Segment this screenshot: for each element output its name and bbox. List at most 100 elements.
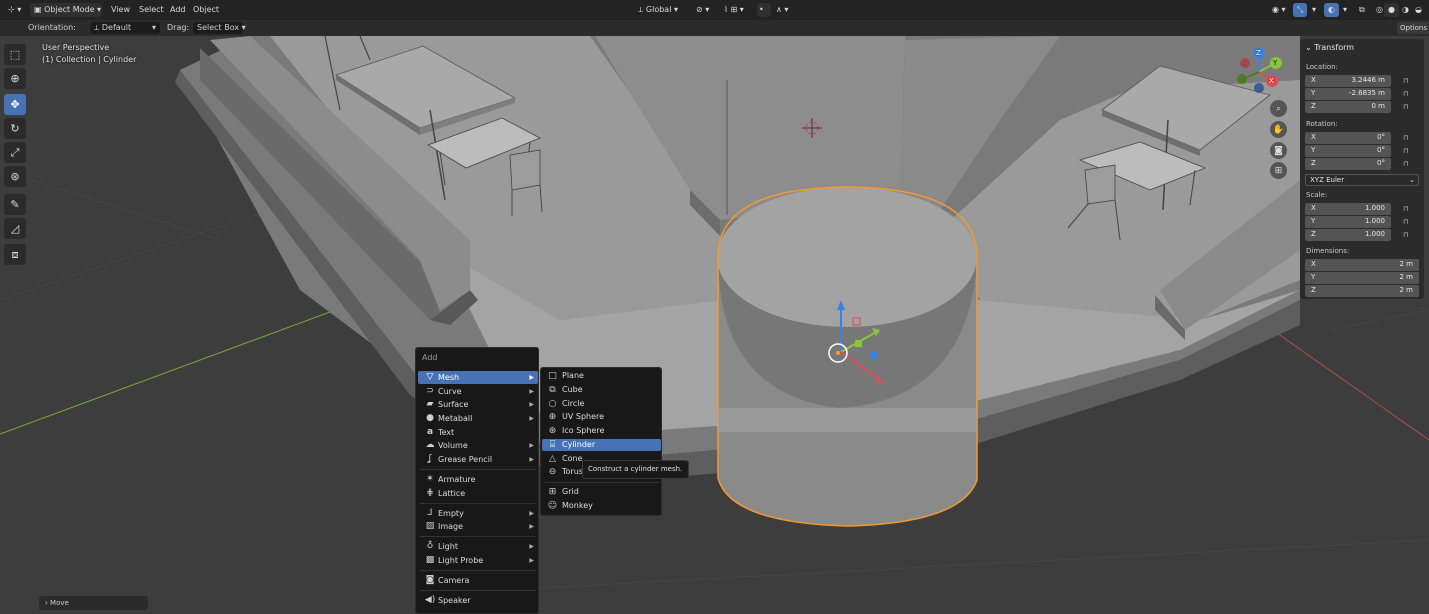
scale-z-field[interactable]: Z 1.000 xyxy=(1305,229,1391,241)
menu-item-light[interactable]: ♁ Light ▶ xyxy=(418,540,538,553)
menu-item-curve[interactable]: ⊃ Curve ▶ xyxy=(418,385,538,398)
dimensions-z-field[interactable]: Z 2 m xyxy=(1305,285,1419,297)
cursor-icon[interactable]: ⊕ xyxy=(4,68,26,89)
measure-icon[interactable]: ◿ xyxy=(4,218,26,239)
lock-icon[interactable]: ⊓ xyxy=(1403,218,1413,226)
mesh-item-monkey[interactable]: ☺ Monkey xyxy=(542,500,661,512)
scale-y-field[interactable]: Y 1.000 xyxy=(1305,216,1391,228)
lock-icon[interactable]: ⊓ xyxy=(1403,77,1413,85)
menu-select[interactable]: Select xyxy=(135,3,168,17)
lock-icon[interactable]: ⊓ xyxy=(1403,205,1413,213)
lock-icon[interactable]: ⊓ xyxy=(1403,160,1413,168)
location-x-field[interactable]: X 3.2446 m xyxy=(1305,75,1391,87)
menu-item-surface[interactable]: ▰ Surface ▶ xyxy=(418,398,538,411)
mesh-item-plane[interactable]: □ Plane xyxy=(542,370,661,382)
rotation-mode-dropdown[interactable]: XYZ Euler ⌄ xyxy=(1305,174,1419,186)
menu-add[interactable]: Add xyxy=(166,3,190,17)
menu-item-grease-pencil[interactable]: ʆ Grease Pencil ▶ xyxy=(418,453,538,466)
menu-item-empty[interactable]: ⅃ Empty ▶ xyxy=(418,507,538,520)
select-box-icon[interactable]: ⬚ xyxy=(4,44,26,65)
grid-icon[interactable]: ⊞ xyxy=(1270,162,1287,179)
annotate-icon[interactable]: ✎ xyxy=(4,194,26,215)
shading-solid[interactable]: ● xyxy=(1384,3,1399,17)
nav-axis-x-label[interactable]: X xyxy=(1269,77,1274,85)
pivot-point-selector[interactable]: ⊘ ▾ xyxy=(692,3,713,17)
rotation-x-field[interactable]: X 0° xyxy=(1305,132,1391,144)
menu-item-camera[interactable]: ◙ Camera xyxy=(418,574,538,587)
menu-object[interactable]: Object xyxy=(189,3,223,17)
scale-label: Scale: xyxy=(1306,191,1328,199)
add-cube-icon[interactable]: ⧈ xyxy=(4,244,26,265)
gizmo-dropdown[interactable]: ▾ xyxy=(1308,3,1320,17)
menu-item-mesh[interactable]: ▽ Mesh ▶ xyxy=(418,371,538,384)
menu-item-label: Light Probe xyxy=(438,556,484,565)
menu-item-lattice[interactable]: ⋕ Lattice xyxy=(418,487,538,500)
overlay-dropdown[interactable]: ▾ xyxy=(1339,3,1351,17)
axis-label: X xyxy=(1311,133,1316,141)
xray-toggle[interactable]: ⧉ xyxy=(1355,3,1369,17)
proportional-falloff-selector[interactable]: ∧ ▾ xyxy=(772,3,792,17)
gizmo-toggle[interactable]: ⤡ xyxy=(1293,3,1308,17)
dimensions-y-field[interactable]: Y 2 m xyxy=(1305,272,1419,284)
cone-icon: △ xyxy=(549,454,556,464)
mode-selector[interactable]: ▣ Object Mode ▾ xyxy=(30,3,102,17)
scale-icon[interactable]: ⤢ xyxy=(4,142,26,163)
scale-x-field[interactable]: X 1.000 xyxy=(1305,203,1391,215)
dimensions-x-field[interactable]: X 2 m xyxy=(1305,259,1419,271)
lock-icon[interactable]: ⊓ xyxy=(1403,231,1413,239)
menu-item-metaball[interactable]: ● Metaball ▶ xyxy=(418,412,538,425)
zoom-icon[interactable]: ⌕ xyxy=(1270,100,1287,117)
snap-selector[interactable]: ⌇ ⊞ ▾ xyxy=(720,3,748,17)
move-icon[interactable]: ✥ xyxy=(4,94,26,115)
nav-axis-y-label[interactable]: Y xyxy=(1273,59,1277,67)
menu-item-speaker[interactable]: ◀) Speaker xyxy=(418,594,538,607)
field-value: 2 m xyxy=(1399,260,1414,268)
rotation-z-field[interactable]: Z 0° xyxy=(1305,158,1391,170)
submenu-arrow-icon: ▶ xyxy=(529,456,534,463)
rotate-icon[interactable]: ↻ xyxy=(4,118,26,139)
view-name: User Perspective xyxy=(42,43,110,52)
last-operator-label: Move xyxy=(50,599,69,607)
proportional-toggle[interactable]: • xyxy=(757,3,771,17)
shading-rendered[interactable]: ◒ xyxy=(1411,3,1426,17)
drag-dropdown[interactable]: Select Box ▾ xyxy=(193,22,246,34)
lock-icon[interactable]: ⊓ xyxy=(1403,134,1413,142)
falloff-icon: ∧ xyxy=(776,5,782,14)
overlay-toggle[interactable]: ◐ xyxy=(1324,3,1339,17)
menu-item-volume[interactable]: ☁ Volume ▶ xyxy=(418,439,538,452)
location-y-field[interactable]: Y -2.6835 m xyxy=(1305,88,1391,100)
hand-pan-icon[interactable]: ✋ xyxy=(1270,121,1287,138)
lock-icon[interactable]: ⊓ xyxy=(1403,147,1413,155)
orientation-dropdown[interactable]: ⟂ Default ▾ xyxy=(90,22,160,34)
xray-icon: ⧉ xyxy=(1359,5,1365,14)
drag-dropdown-value: Select Box xyxy=(197,23,240,32)
options-button[interactable]: Options xyxy=(1397,22,1429,34)
submenu-arrow-icon: ▶ xyxy=(529,543,534,550)
lock-icon[interactable]: ⊓ xyxy=(1403,103,1413,111)
menu-item-armature[interactable]: ✶ Armature xyxy=(418,473,538,486)
mesh-item-cube[interactable]: ⧉ Cube xyxy=(542,384,661,396)
last-operator-panel[interactable]: › Move xyxy=(39,596,148,610)
overlay-icon: ◐ xyxy=(1328,5,1335,14)
menu-item-text[interactable]: a Text xyxy=(418,426,538,439)
menu-view[interactable]: View xyxy=(107,3,134,17)
transform-orientation-selector[interactable]: ⟂ Global ▾ xyxy=(634,3,682,17)
transform-panel-header[interactable]: ⌄ Transform xyxy=(1305,43,1354,52)
mesh-item-uv-sphere[interactable]: ⊕ UV Sphere xyxy=(542,411,661,423)
camera-icon[interactable]: ◙ xyxy=(1270,142,1287,159)
rotation-y-field[interactable]: Y 0° xyxy=(1305,145,1391,157)
nav-axis-z-label[interactable]: Z xyxy=(1256,49,1261,57)
mesh-item-grid[interactable]: ⊞ Grid xyxy=(542,486,661,498)
3d-viewport[interactable]: Z Y X ⌕ ✋ ◙ ⊞ User Perspective (1) Colle… xyxy=(0,36,1429,614)
mesh-item-cylinder[interactable]: ⌸ Cylinder xyxy=(542,439,661,451)
visibility-selector[interactable]: ◉ ▾ xyxy=(1268,3,1290,17)
lock-icon[interactable]: ⊓ xyxy=(1403,90,1413,98)
transform-icon[interactable]: ⊛ xyxy=(4,166,26,187)
location-z-field[interactable]: Z 0 m xyxy=(1305,101,1391,113)
menu-item-image[interactable]: ▨ Image ▶ xyxy=(418,520,538,533)
cylinder-top xyxy=(717,187,977,327)
mesh-item-circle[interactable]: ○ Circle xyxy=(542,398,661,410)
menu-item-light-probe[interactable]: ▩ Light Probe ▶ xyxy=(418,554,538,567)
mesh-item-ico-sphere[interactable]: ⊛ Ico Sphere xyxy=(542,425,661,437)
editor-type-button[interactable]: ⊹ ▾ xyxy=(4,3,25,17)
